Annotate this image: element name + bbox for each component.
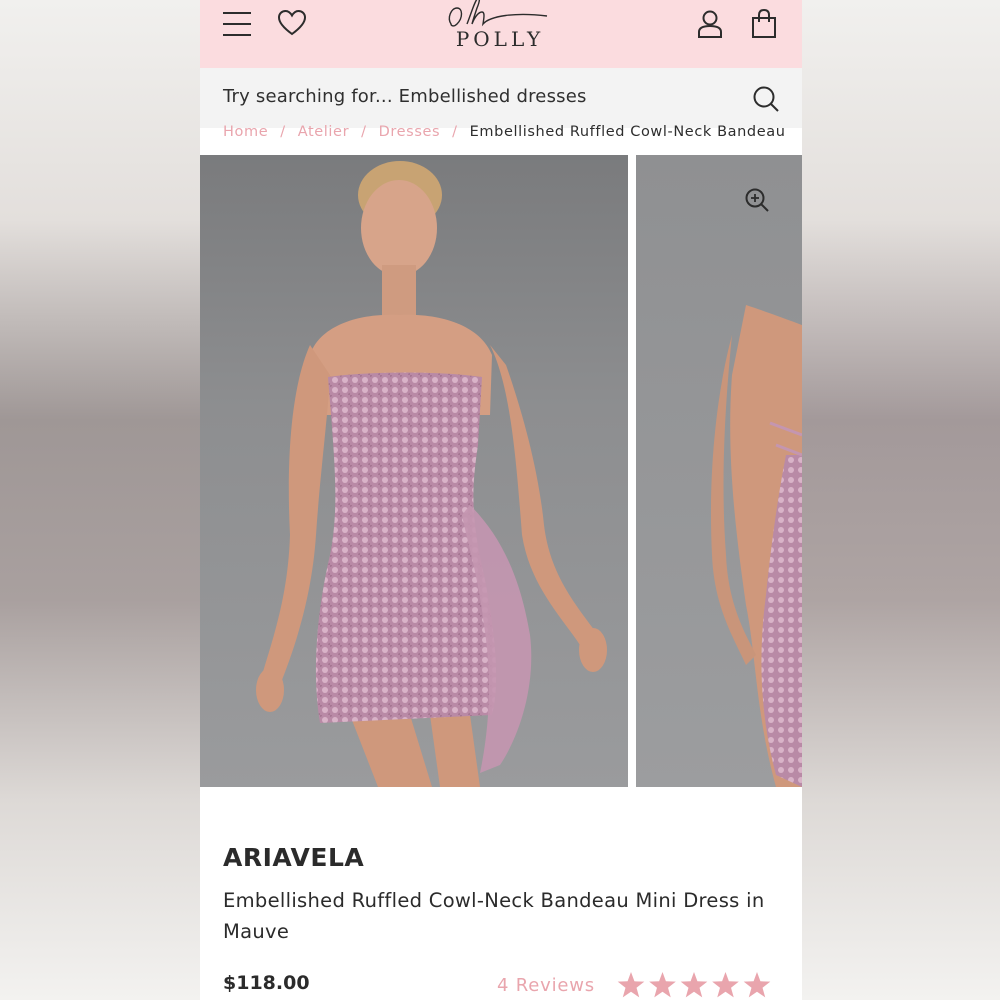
breadcrumb-link-home[interactable]: Home — [223, 124, 268, 140]
breadcrumb-separator: / — [280, 124, 286, 140]
product-page: POLLY Try searching for... Embellished d… — [200, 0, 802, 1000]
star-icon — [617, 972, 645, 998]
breadcrumb: Home / Atelier / Dresses / Embellished Ruffled… — [223, 124, 786, 144]
reviews-link[interactable]: 4 Reviews — [497, 975, 595, 996]
brand-logo[interactable]: POLLY — [425, 0, 575, 60]
shopping-bag-icon[interactable] — [750, 8, 778, 39]
breadcrumb-separator: / — [452, 124, 458, 140]
blurred-background-right — [802, 0, 1000, 1000]
search-bar[interactable]: Try searching for... Embellished dresses — [200, 68, 802, 128]
breadcrumb-current: Embellished Ruffled Cowl-Neck Bandeau — [469, 124, 786, 140]
heart-icon[interactable] — [277, 9, 307, 37]
product-title: Embellished Ruffled Cowl-Neck Bandeau Mi… — [223, 889, 765, 943]
breadcrumb-link-atelier[interactable]: Atelier — [298, 124, 349, 140]
star-icon — [680, 972, 708, 998]
blurred-background-left — [0, 0, 200, 1000]
logo-wordmark: POLLY — [455, 27, 545, 51]
product-price: $118.00 — [223, 972, 310, 994]
star-icon — [712, 972, 739, 998]
search-icon[interactable] — [752, 85, 780, 113]
star-icon — [743, 972, 771, 998]
star-rating[interactable] — [616, 970, 772, 1000]
breadcrumb-link-dresses[interactable]: Dresses — [379, 124, 441, 140]
product-image-front[interactable] — [200, 155, 628, 787]
site-header: POLLY — [200, 0, 802, 68]
model-front-illustration — [256, 161, 607, 787]
search-input[interactable]: Try searching for... Embellished dresses — [223, 86, 587, 107]
star-icon — [649, 972, 676, 998]
model-back-illustration — [710, 305, 802, 787]
user-icon[interactable] — [696, 9, 724, 39]
hamburger-icon[interactable] — [222, 10, 252, 38]
breadcrumb-separator: / — [361, 124, 367, 140]
product-brand[interactable]: ARIAVELA — [223, 843, 364, 872]
product-image-back[interactable] — [636, 155, 802, 787]
zoom-in-icon[interactable] — [744, 187, 770, 213]
